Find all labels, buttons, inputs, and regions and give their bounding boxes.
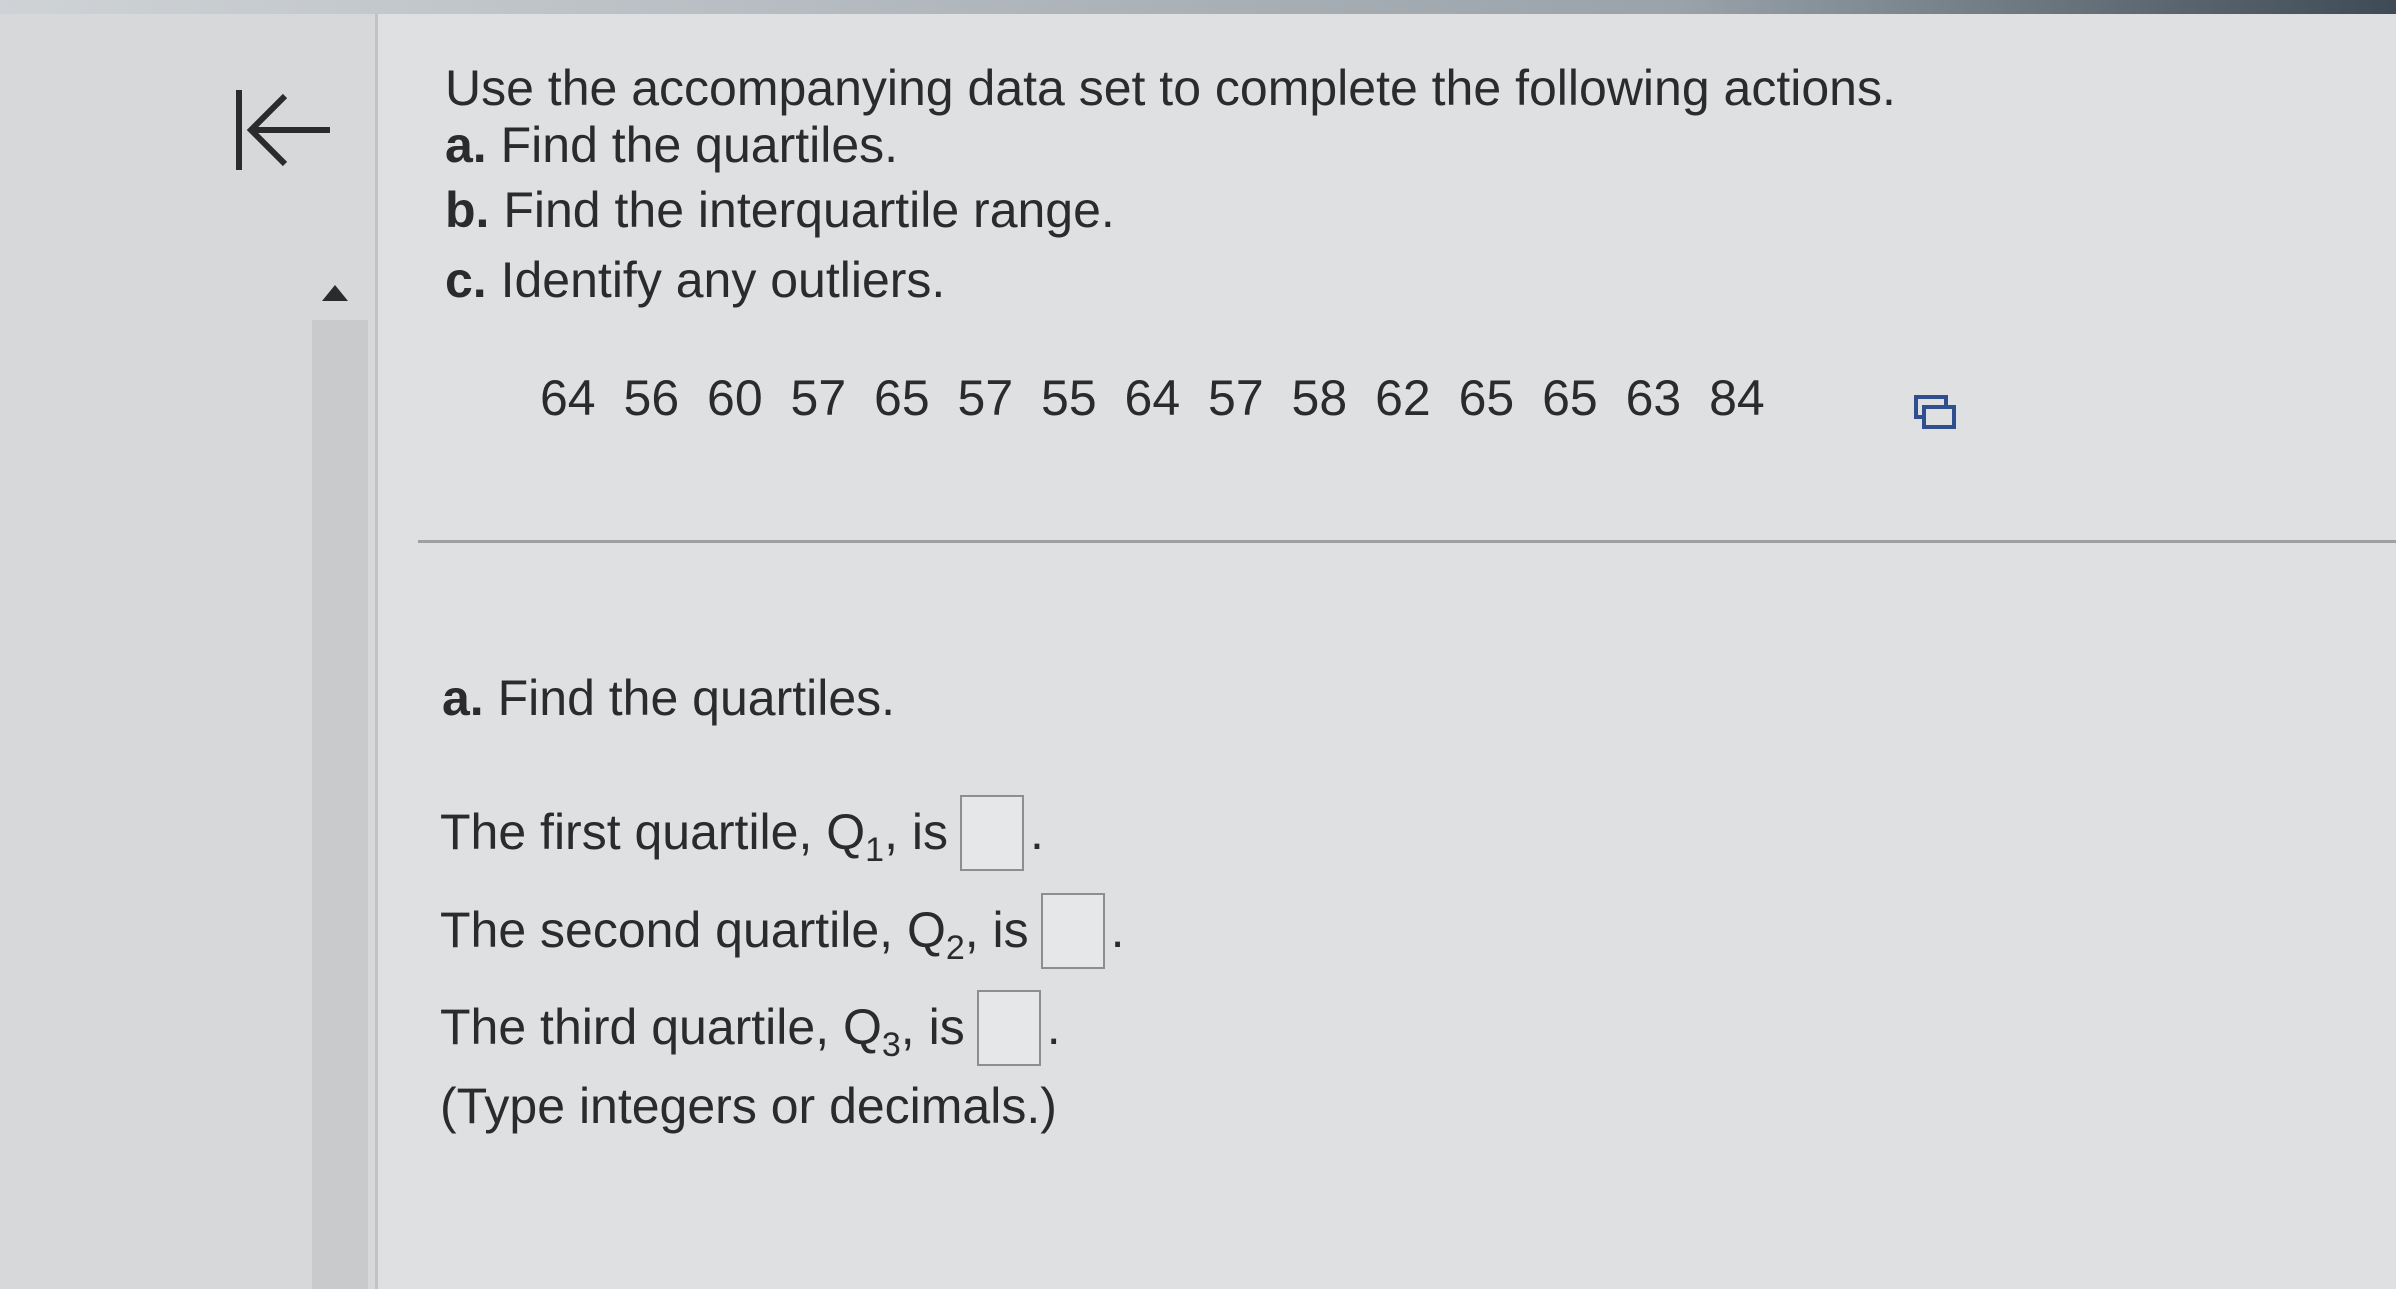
section-divider	[418, 540, 2396, 543]
question-intro: Use the accompanying data set to complet…	[445, 60, 1896, 116]
q2-label-prefix: The second quartile, Q	[440, 902, 946, 958]
triangle-up-icon[interactable]	[322, 285, 348, 301]
q1-period: .	[1029, 804, 1044, 860]
q2-subscript: 2	[945, 929, 965, 967]
part-label: b.	[445, 182, 490, 238]
window-top-bar	[0, 0, 2396, 14]
scrollbar-track[interactable]	[312, 320, 368, 1289]
q3-row: The third quartile, Q3, is.	[440, 990, 1061, 1075]
part-text: Find the quartiles.	[497, 670, 896, 726]
part-label: a.	[442, 670, 484, 726]
part-label: a.	[445, 117, 487, 173]
question-part-c: c. Identify any outliers.	[445, 250, 945, 310]
first-page-arrow-icon[interactable]	[225, 80, 340, 180]
part-text: Identify any outliers.	[500, 252, 946, 308]
answer-format-hint: (Type integers or decimals.)	[440, 1078, 1057, 1134]
q1-subscript: 1	[865, 831, 885, 869]
q3-answer-input[interactable]	[976, 990, 1041, 1066]
q2-answer-input[interactable]	[1040, 893, 1105, 969]
part-a-heading: a. Find the quartiles.	[442, 668, 895, 728]
part-text: Find the interquartile range.	[503, 182, 1115, 238]
q2-label-suffix: , is	[964, 902, 1029, 958]
q1-answer-input[interactable]	[959, 795, 1024, 871]
q2-period: .	[1110, 902, 1125, 958]
q1-row: The first quartile, Q1, is.	[440, 795, 1044, 880]
q1-label-suffix: , is	[884, 804, 948, 860]
q3-label-suffix: , is	[900, 999, 965, 1055]
question-part-a: a. Find the quartiles.	[445, 115, 898, 175]
q3-label-prefix: The third quartile, Q	[440, 999, 882, 1055]
part-label: c.	[445, 252, 487, 308]
q3-subscript: 3	[881, 1026, 901, 1064]
question-part-b: b. Find the interquartile range.	[445, 180, 1115, 240]
data-set-values: 64 56 60 57 65 57 55 64 57 58 62 65 65 6…	[540, 370, 1765, 426]
part-text: Find the quartiles.	[500, 117, 899, 173]
copy-data-icon[interactable]	[1913, 393, 1957, 433]
q1-label-prefix: The first quartile, Q	[440, 804, 866, 860]
q3-period: .	[1046, 999, 1061, 1055]
q2-row: The second quartile, Q2, is.	[440, 893, 1125, 978]
